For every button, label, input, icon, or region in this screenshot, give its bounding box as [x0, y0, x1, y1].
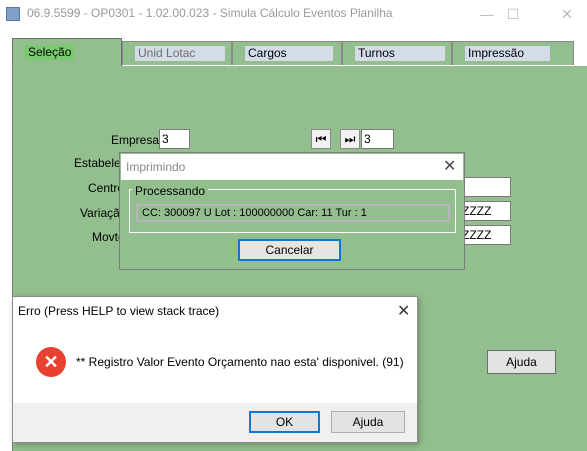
first-record-button[interactable]: ⏮: [311, 129, 331, 149]
tab-label: Unid Lotac: [135, 46, 226, 61]
nav-record-input[interactable]: 3: [361, 129, 394, 149]
skip-first-icon: ⏮: [315, 132, 327, 146]
printing-title-bar: Imprimindo ✕: [121, 154, 463, 180]
tab-unid-lotac[interactable]: Unid Lotac: [122, 41, 232, 65]
title-bar: 06.9.5599 - OP0301 - 1.02.00.023 - Simul…: [0, 0, 587, 28]
ajuda-button[interactable]: Ajuda: [331, 411, 405, 433]
empresa-label: Empresa:: [111, 133, 163, 147]
close-button[interactable]: ✕: [547, 0, 587, 28]
tab-impressao[interactable]: Impressão: [452, 41, 574, 65]
error-title: Erro (Press HELP to view stack trace): [18, 304, 220, 318]
processing-label: Processando: [132, 184, 209, 198]
tab-label: Cargos: [245, 46, 333, 61]
error-x-icon: ✕: [36, 347, 66, 377]
printing-dialog: Imprimindo ✕ Processando CC: 300097 U Lo…: [119, 152, 465, 270]
maximize-button[interactable]: ☐: [493, 0, 533, 28]
close-icon[interactable]: ✕: [397, 301, 410, 321]
skip-last-icon: ⏭: [344, 132, 356, 146]
tab-label: Impressão: [465, 46, 551, 61]
centro-input[interactable]: [459, 177, 511, 197]
app-icon: [6, 7, 20, 21]
tab-label: Seleção: [25, 45, 75, 60]
tab-turnos[interactable]: Turnos: [342, 41, 452, 65]
last-record-button[interactable]: ⏭: [340, 129, 360, 149]
movto-input[interactable]: ZZZZ: [459, 225, 511, 245]
close-icon[interactable]: ✕: [443, 156, 456, 176]
empresa-input[interactable]: 3: [159, 129, 190, 149]
ok-button[interactable]: OK: [249, 411, 320, 433]
tab-selecao[interactable]: Seleção: [12, 38, 122, 68]
tab-cargos[interactable]: Cargos: [232, 41, 342, 65]
help-button[interactable]: Ajuda: [487, 350, 556, 374]
error-message: ** Registro Valor Evento Orçamento nao e…: [76, 355, 404, 369]
cancel-button[interactable]: Cancelar: [238, 239, 341, 261]
error-dialog: Erro (Press HELP to view stack trace) ✕ …: [12, 296, 418, 443]
variacao-input[interactable]: ZZZZ: [459, 201, 511, 221]
window-title: 06.9.5599 - OP0301 - 1.02.00.023 - Simul…: [27, 6, 393, 20]
processing-status: CC: 300097 U Lot : 100000000 Car: 11 Tur…: [136, 204, 450, 222]
printing-title: Imprimindo: [126, 160, 186, 174]
tab-label: Turnos: [355, 46, 445, 61]
